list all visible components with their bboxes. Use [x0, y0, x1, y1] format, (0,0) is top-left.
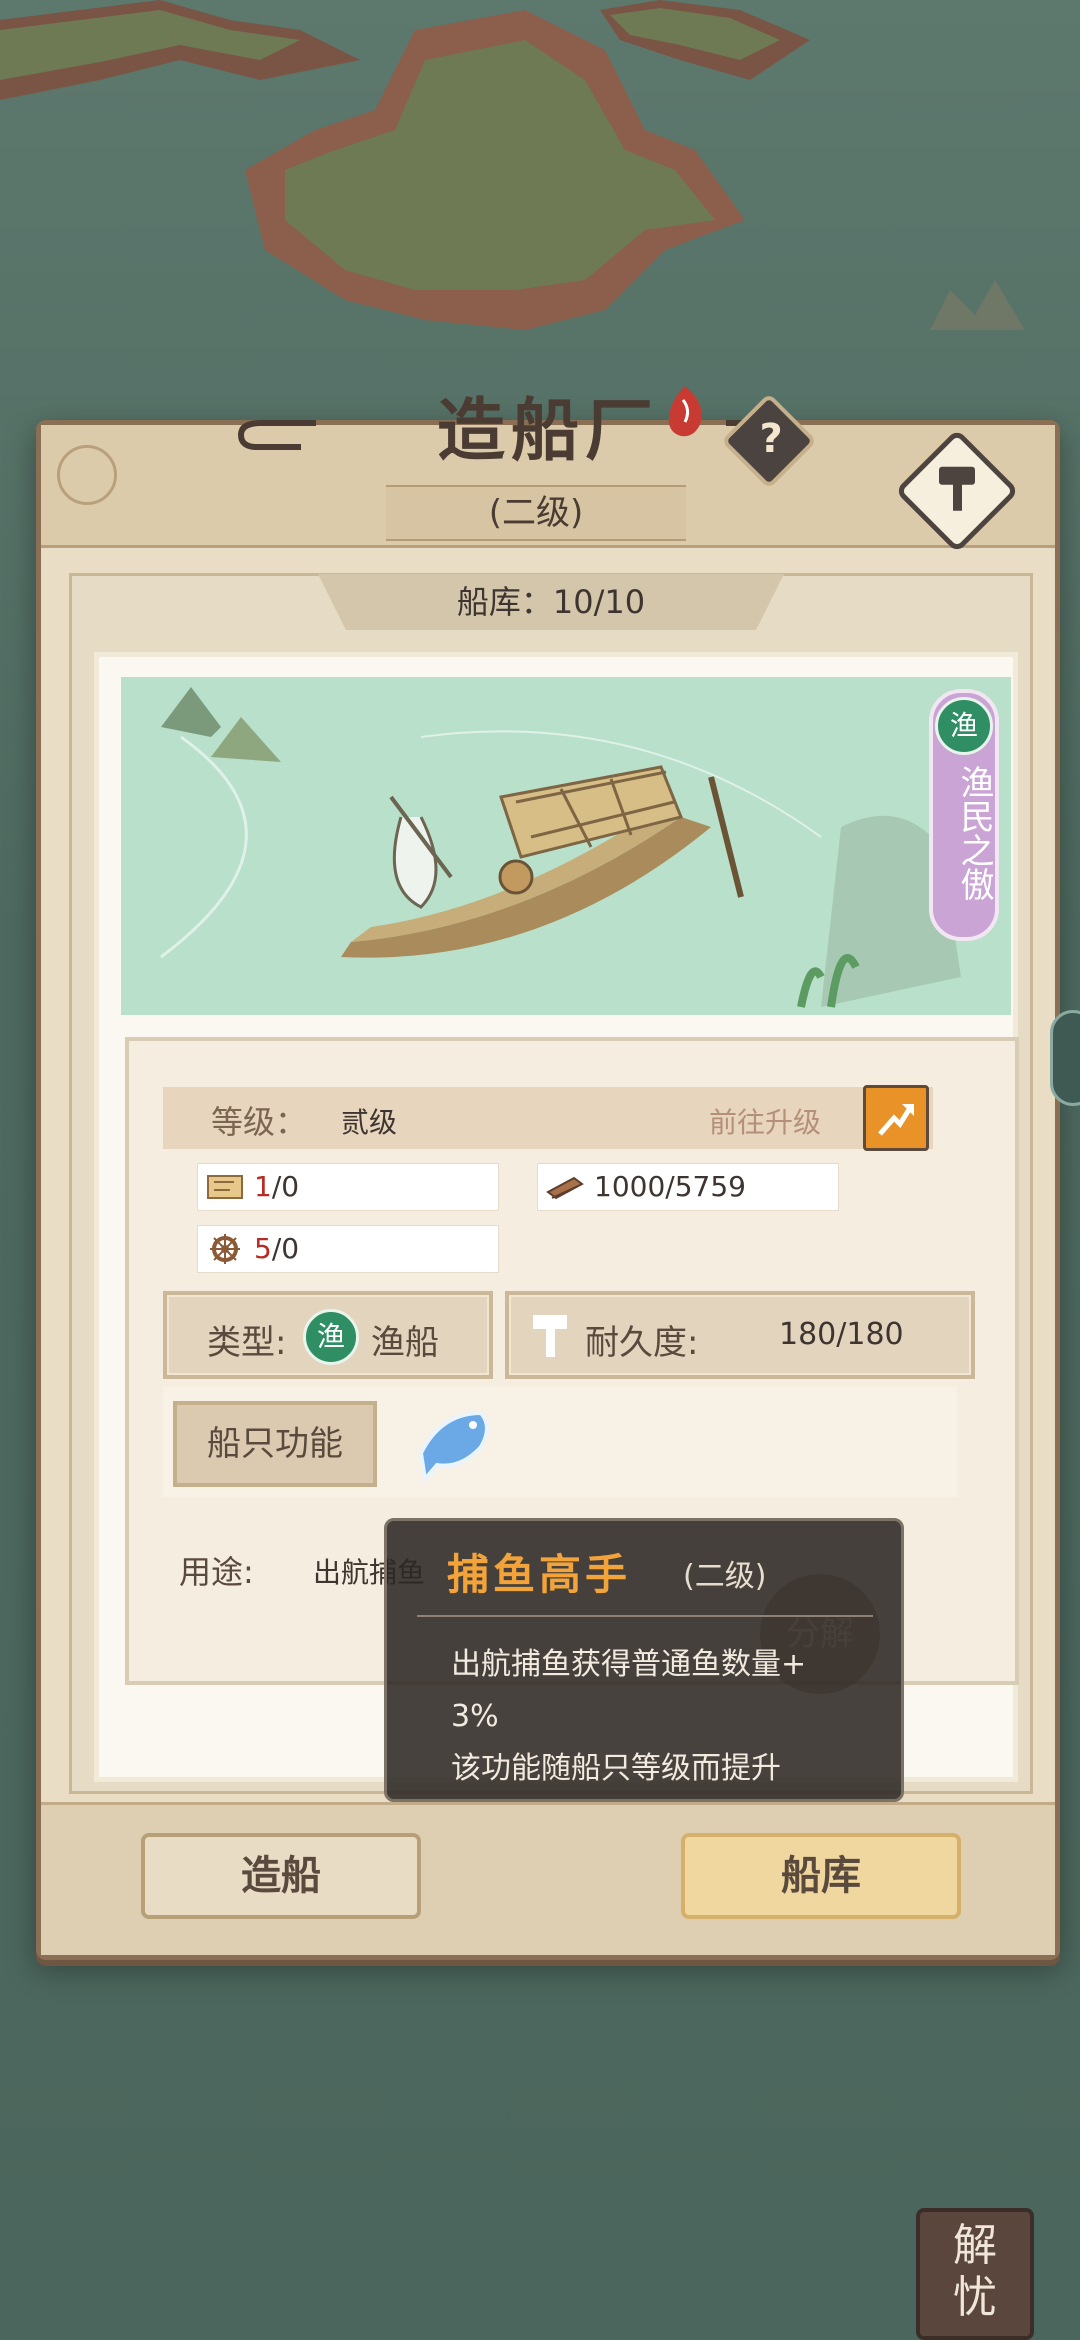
coast-rock	[600, 0, 810, 80]
divider	[417, 1615, 873, 1617]
durability-value: 180/180	[779, 1317, 904, 1352]
resource-slot: 1000/5759	[537, 1163, 839, 1211]
side-drawer-handle[interactable]	[1050, 1010, 1080, 1106]
level-value: 贰级	[341, 1106, 398, 1139]
resource-amount: 5/0	[254, 1232, 300, 1265]
upgrade-link[interactable]: 前往升级	[709, 1101, 821, 1141]
skill-description: 出航捕鱼获得普通鱼数量+ 3% 该功能随船只等级而提升	[451, 1647, 807, 1786]
skill-name: 捕鱼高手	[447, 1550, 632, 1599]
level-label: 等级：	[211, 1103, 308, 1141]
cloud-swirl-icon	[237, 420, 316, 450]
small-rock	[930, 280, 1025, 330]
red-seal-icon	[668, 386, 702, 437]
durability-label: 耐久度:	[585, 1323, 699, 1363]
level-row: 等级： 贰级 前往升级	[163, 1085, 933, 1151]
bottom-actions: 造船 船库	[41, 1802, 1055, 1955]
map-scroll-icon	[207, 1175, 243, 1199]
ship-function-button[interactable]: 船只功能	[173, 1401, 377, 1487]
jieyou-seal-button[interactable]: 解忧	[916, 2208, 1034, 2340]
type-label: 类型:	[207, 1323, 287, 1363]
resource-amount: 1000/5759	[594, 1170, 746, 1203]
fishing-boat-image	[160, 687, 961, 1008]
upgrade-arrow-icon	[878, 1104, 914, 1136]
hammer-icon	[939, 466, 975, 511]
faction-badge: 渔 渔民之傲	[929, 689, 999, 941]
fish-skill-icon[interactable]	[411, 1393, 507, 1489]
skill-level: (二级)	[683, 1559, 767, 1594]
type-value: 渔船	[371, 1323, 439, 1363]
upgrade-button[interactable]	[863, 1085, 929, 1151]
ship-wheel-icon	[210, 1234, 240, 1264]
skill-tooltip: 捕鱼高手 (二级) 出航捕鱼获得普通鱼数量+ 3% 该功能随船只等级而提升	[384, 1518, 904, 1802]
faction-name: 渔民之傲	[954, 765, 994, 901]
question-icon: ?	[759, 415, 783, 462]
ship-function-row: 船只功能	[163, 1387, 957, 1497]
coast-rock	[0, 0, 360, 100]
resource-slot: 5/0	[197, 1225, 499, 1273]
faction-fishing-icon: 渔	[935, 697, 993, 755]
build-ship-button[interactable]: 造船	[141, 1833, 421, 1919]
dock-button[interactable]: 船库	[681, 1833, 961, 1919]
resource-amount: 1/0	[254, 1170, 300, 1203]
ship-type-box: 类型: 渔 渔船	[163, 1291, 493, 1379]
resource-slot: 1/0	[197, 1163, 499, 1211]
page-title: 造船厂	[436, 391, 659, 471]
fishing-type-icon: 渔	[303, 1309, 359, 1365]
title-area: 造船厂	[41, 375, 1055, 474]
wood-plank-icon	[546, 1176, 584, 1200]
durability-box: 耐久度: 180/180	[505, 1291, 975, 1379]
ship-illustration: 渔 渔民之傲	[121, 677, 1011, 1015]
shipyard-level: (二级)	[386, 485, 686, 541]
hammer-icon	[533, 1315, 567, 1357]
storage-count: 船库：10/10	[318, 574, 784, 630]
use-label: 用途:	[179, 1553, 254, 1591]
